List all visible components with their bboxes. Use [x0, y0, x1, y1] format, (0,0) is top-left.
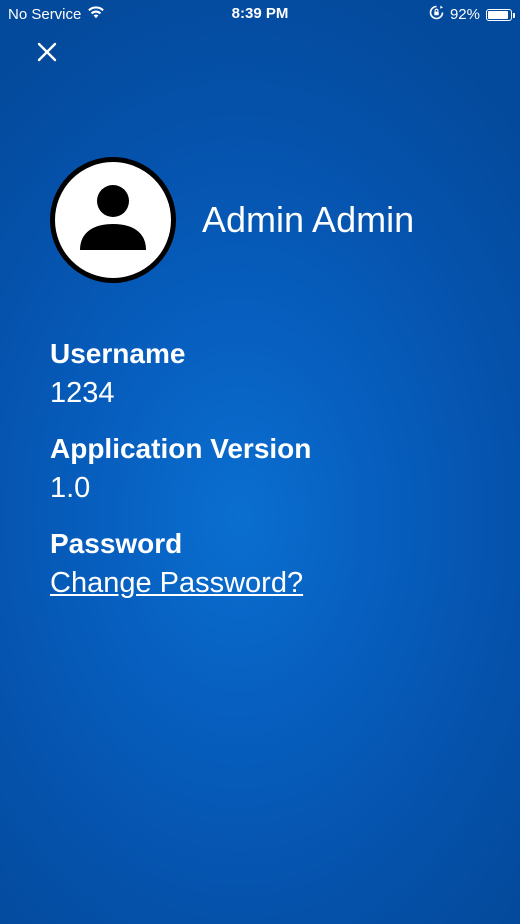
carrier-label: No Service	[8, 5, 82, 23]
change-password-link[interactable]: Change Password?	[50, 564, 303, 602]
battery-percent: 92%	[449, 6, 480, 23]
battery-icon	[486, 8, 515, 21]
person-icon	[80, 185, 146, 250]
wifi-icon	[87, 5, 105, 23]
password-label: Password	[50, 528, 183, 559]
username-section: Username 1234	[50, 334, 490, 412]
profile-header: Admin Admin	[50, 157, 414, 283]
status-right: 92%	[429, 5, 515, 24]
version-label: Application Version	[50, 433, 312, 464]
profile-name: Admin Admin	[202, 199, 415, 240]
version-value: 1.0	[50, 472, 91, 504]
username-value: 1234	[50, 377, 115, 409]
password-section: Password Change Password?	[50, 524, 490, 602]
orientation-lock-icon	[429, 5, 444, 24]
avatar	[50, 157, 176, 283]
status-left: No Service	[8, 5, 105, 23]
close-icon	[37, 42, 57, 62]
version-section: Application Version 1.0	[50, 429, 490, 507]
battery-level	[488, 10, 509, 19]
account-details: Username 1234 Application Version 1.0 Pa…	[50, 334, 490, 619]
status-bar: No Service 8:39 PM 92%	[0, 0, 520, 28]
username-label: Username	[50, 338, 186, 369]
close-button[interactable]	[33, 38, 61, 66]
